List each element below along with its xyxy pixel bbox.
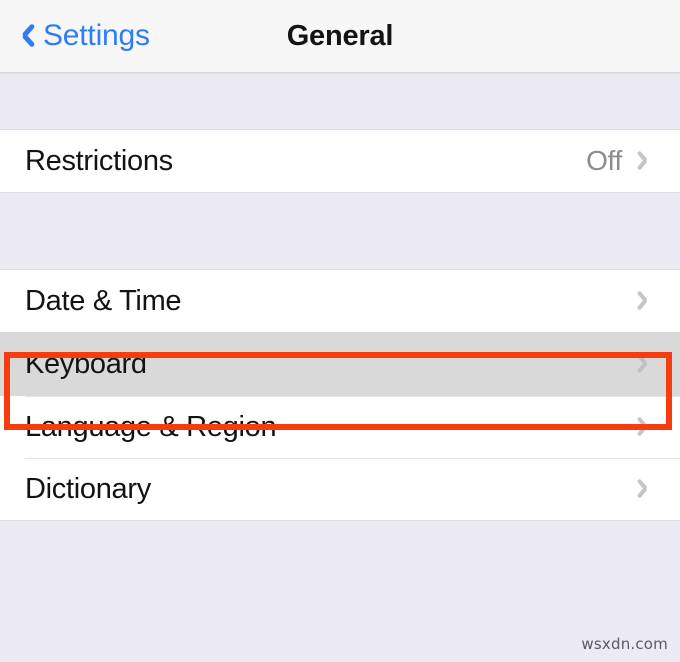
list-item-label: Dictionary: [25, 472, 151, 505]
list-item-accessory: [640, 351, 653, 377]
list-item-language-and-region[interactable]: Language & Region: [0, 396, 680, 458]
back-button-label: Settings: [43, 19, 150, 52]
settings-section-2: Date & Time Keyboard Language & Region D…: [0, 270, 680, 520]
settings-section-1: Restrictions Off: [0, 130, 680, 192]
list-item-dictionary[interactable]: Dictionary: [0, 458, 680, 520]
chevron-right-icon: [640, 288, 653, 314]
watermark: wsxdn.com: [581, 635, 668, 653]
list-item-value: Off: [586, 145, 622, 176]
chevron-right-icon: [640, 414, 653, 440]
chevron-right-icon: [640, 148, 653, 174]
list-item-keyboard[interactable]: Keyboard: [0, 332, 680, 396]
section-gap-top: [0, 73, 680, 130]
list-item-accessory: Off: [586, 147, 653, 175]
list-item-accessory: [640, 288, 653, 314]
list-item-label: Restrictions: [25, 144, 173, 177]
chevron-left-icon: [14, 19, 34, 53]
list-item-label: Language & Region: [25, 410, 277, 443]
back-button[interactable]: Settings: [14, 0, 150, 72]
section-gap-bottom: [0, 520, 680, 588]
chevron-right-icon: [640, 351, 653, 377]
list-item-label: Date & Time: [25, 284, 182, 317]
list-item-date-and-time[interactable]: Date & Time: [0, 270, 680, 332]
list-item-accessory: [640, 476, 653, 502]
navigation-bar: Settings General: [0, 0, 680, 73]
section-gap-middle: [0, 192, 680, 270]
list-item-restrictions[interactable]: Restrictions Off: [0, 130, 680, 192]
chevron-right-icon: [640, 476, 653, 502]
list-item-label: Keyboard: [25, 347, 147, 380]
list-item-accessory: [640, 414, 653, 440]
